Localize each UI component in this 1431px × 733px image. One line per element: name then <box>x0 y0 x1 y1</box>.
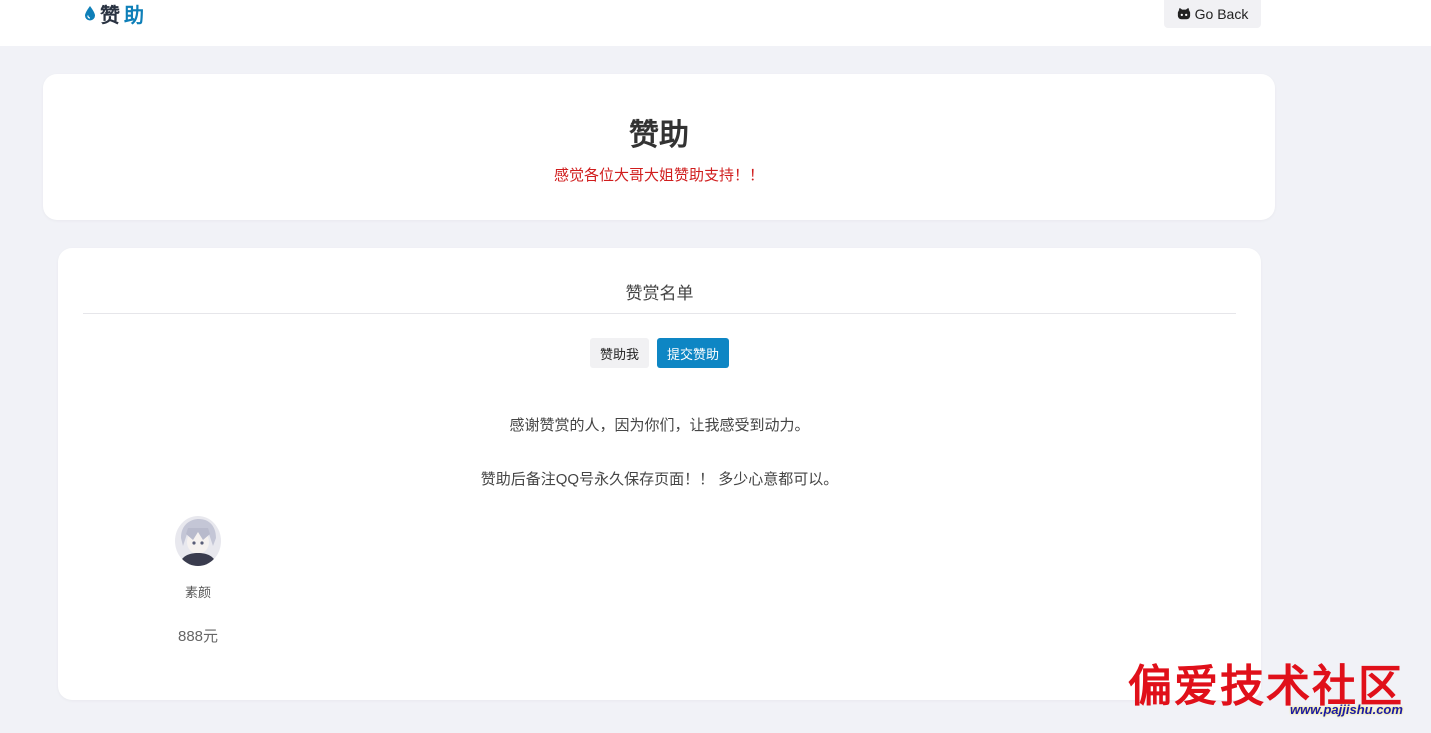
brand-text-second: 助 <box>124 4 144 27</box>
divider <box>83 313 1236 314</box>
intro-card: 赞助 感觉各位大哥大姐赞助支持！！ <box>43 74 1275 220</box>
sponsor-me-button[interactable]: 赞助我 <box>589 338 649 368</box>
sponsor-name: 素颜 <box>184 585 211 600</box>
page-subtitle: 感觉各位大哥大姐赞助支持！！ <box>553 167 764 184</box>
sponsor-list-card: 赞赏名单 赞助我 提交赞助 感谢赞赏的人，因为你们，让我感受到动力。 赞助后备注… <box>58 248 1261 700</box>
sponsor-amount: 888元 <box>177 628 219 645</box>
go-back-button[interactable]: Go Back <box>1164 0 1261 28</box>
sponsor-list-title: 赞赏名单 <box>625 284 694 303</box>
brand-logo[interactable]: 赞 助 <box>84 1 144 27</box>
watermark-url: www.pajjishu.com <box>1290 702 1403 717</box>
water-drop-icon <box>85 6 95 21</box>
watermark: 偏爱技术社区 www.pajjishu.com <box>1128 650 1428 722</box>
submit-sponsor-button[interactable]: 提交赞助 <box>657 338 730 368</box>
page-title: 赞助 <box>629 119 689 152</box>
action-buttons: 赞助我 提交赞助 <box>58 338 1261 368</box>
go-back-label: Go Back <box>1194 6 1249 22</box>
github-icon <box>1177 7 1190 20</box>
thanks-text: 感谢赞赏的人，因为你们，让我感受到动力。 <box>509 417 810 434</box>
sponsor-item: 素颜 888元 <box>158 516 238 646</box>
top-navbar: 赞 助 Go Back <box>0 0 1431 46</box>
note-text: 赞助后备注QQ号永久保存页面！！ 多少心意都可以。 <box>480 471 839 488</box>
brand-text-first: 赞 <box>100 4 120 27</box>
avatar <box>175 516 221 566</box>
